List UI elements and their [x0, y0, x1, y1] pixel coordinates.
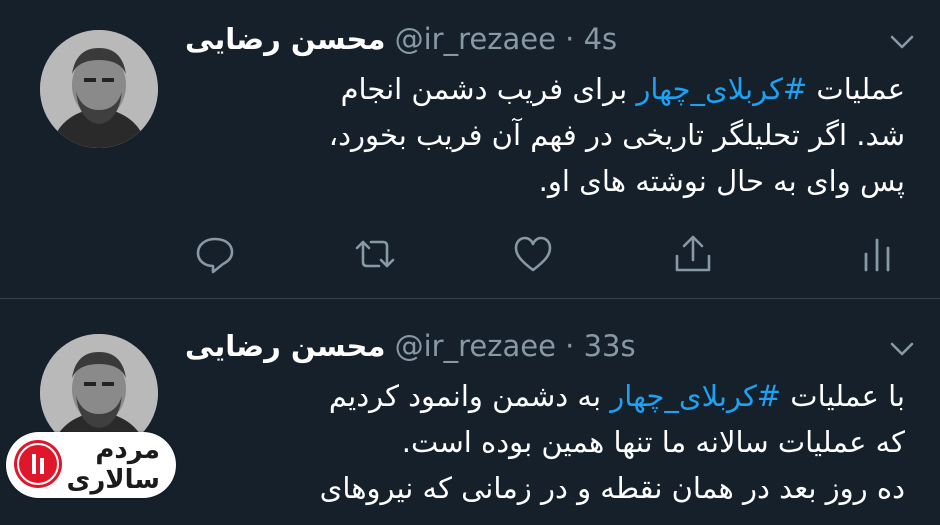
tweet-header: محسن رضایی @ir_rezaee · 4s: [185, 22, 880, 62]
author-name[interactable]: محسن رضایی: [185, 22, 385, 56]
tweet-header: محسن رضایی @ir_rezaee · 33s: [185, 329, 880, 369]
separator: ·: [565, 22, 575, 56]
tweet-line: عملیات #کربلای_چهار برای فریب دشمن انجام: [340, 72, 905, 106]
author-handle[interactable]: @ir_rezaee: [395, 22, 556, 56]
tweet[interactable]: محسن رضایی @ir_rezaee · 4s عملیات #کربلا…: [0, 0, 940, 299]
separator: ·: [565, 329, 575, 363]
author-handle[interactable]: @ir_rezaee: [395, 329, 556, 363]
chevron-down-icon[interactable]: [886, 333, 918, 365]
hashtag-link[interactable]: #کربلای_چهار: [636, 72, 807, 106]
tweet-line: که عملیات سالانه ما تنها همین بوده است.: [401, 425, 905, 459]
watermark-logo: مردم سالاری: [6, 432, 176, 498]
share-icon[interactable]: [671, 232, 715, 276]
tweet-text: با عملیات #کربلای_چهار به دشمن وانمود کر…: [185, 373, 905, 511]
avatar-photo: [40, 30, 158, 148]
tweet-line: پس وای به حال نوشته های او.: [538, 164, 905, 198]
reply-icon[interactable]: [193, 232, 237, 276]
analytics-icon[interactable]: [855, 232, 899, 276]
tweet-text: عملیات #کربلای_چهار برای فریب دشمن انجام…: [185, 66, 905, 204]
like-icon[interactable]: [511, 232, 555, 276]
logo-seal-icon: [14, 440, 62, 488]
retweet-icon[interactable]: [353, 232, 397, 276]
hashtag-link[interactable]: #کربلای_چهار: [610, 379, 781, 413]
tweet-line: شد. اگر تحلیلگر تاریخی در فهم آن فریب بخ…: [328, 118, 905, 152]
tweet-actions: [185, 232, 905, 280]
timestamp[interactable]: 33s: [584, 329, 636, 363]
tweet-line: با عملیات #کربلای_چهار به دشمن وانمود کر…: [328, 379, 905, 413]
chevron-down-icon[interactable]: [886, 26, 918, 58]
tweet-line: ده روز بعد در همان نقطه و در زمانی که نی…: [319, 471, 905, 505]
timestamp[interactable]: 4s: [584, 22, 618, 56]
author-name[interactable]: محسن رضایی: [185, 329, 385, 363]
avatar[interactable]: [40, 30, 158, 148]
